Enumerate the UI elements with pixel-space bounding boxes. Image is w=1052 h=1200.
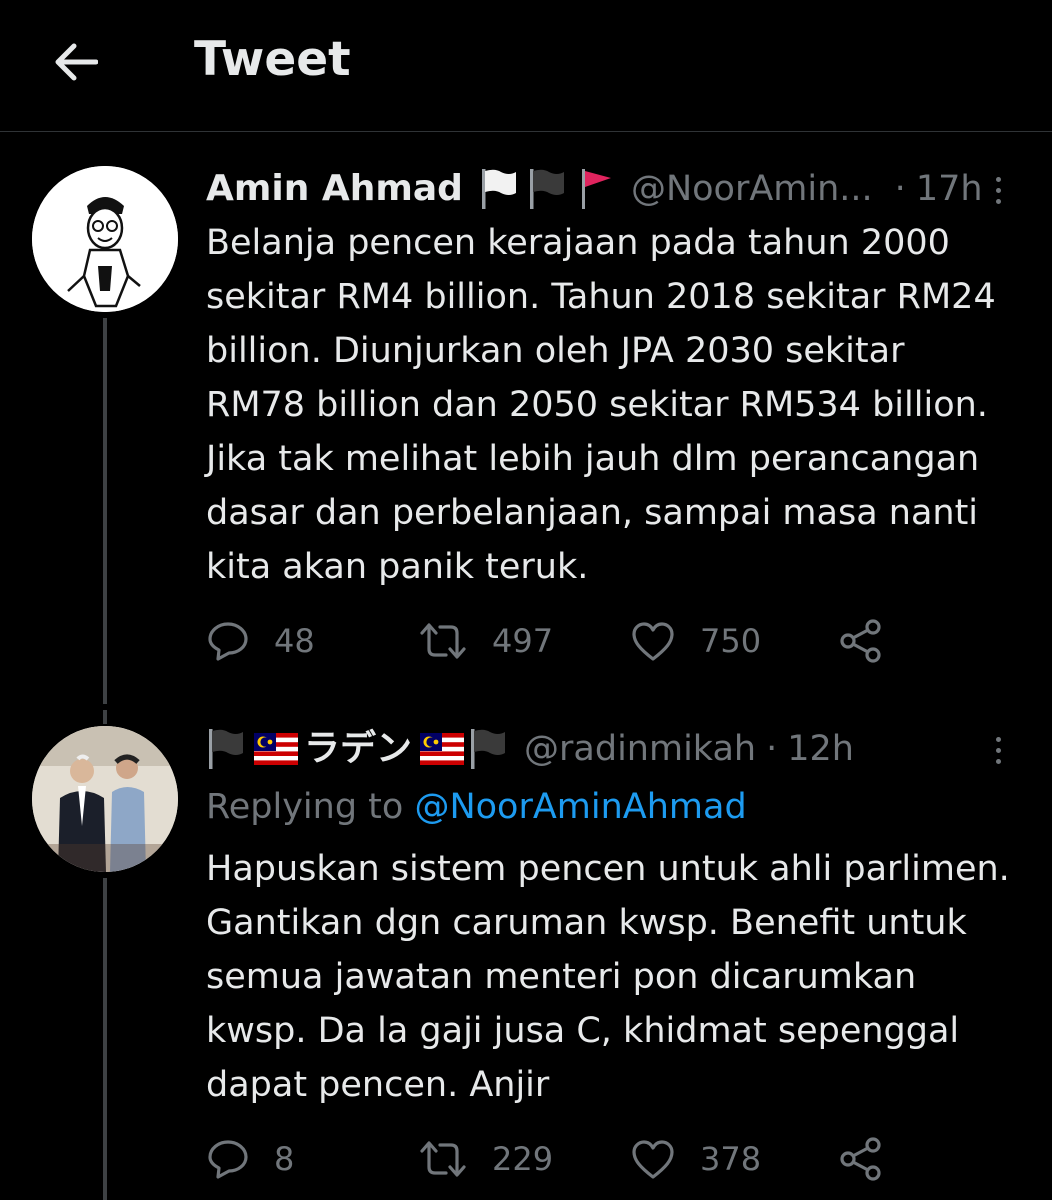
white-flag-icon [481, 169, 516, 209]
photo-avatar-image [32, 726, 178, 872]
like-count: 750 [700, 622, 762, 660]
avatar-amin[interactable] [32, 166, 178, 312]
reply-icon [208, 622, 248, 661]
author-name[interactable]: ラデン [304, 724, 412, 774]
thread-connector [103, 878, 107, 1200]
like-button[interactable]: 750 [630, 616, 761, 666]
tweet-meta: ラデン @radinmikah · 12h [206, 724, 854, 774]
reply-icon [208, 1140, 248, 1179]
share-icon [840, 619, 881, 663]
reply-count: 8 [274, 1140, 295, 1178]
malaysia-flag-icon [254, 733, 298, 765]
retweet-count: 229 [492, 1140, 554, 1178]
more-icon-dot [995, 187, 1001, 193]
heart-icon [632, 1140, 674, 1179]
retweet-button[interactable]: 497 [418, 616, 553, 666]
top-bar: Tweet [0, 0, 1052, 132]
page-title: Tweet [194, 32, 351, 87]
retweet-icon [420, 1141, 466, 1177]
arrow-left-icon [55, 43, 98, 81]
more-options-button[interactable] [988, 170, 1008, 210]
more-icon-dot [995, 198, 1001, 204]
tweet-actions: 48 497 750 [206, 616, 906, 666]
more-options-button[interactable] [988, 730, 1008, 770]
retweet-button[interactable]: 229 [418, 1134, 553, 1184]
tweet-actions: 8 229 378 [206, 1134, 906, 1184]
author-handle[interactable]: @radinmikah [524, 724, 756, 774]
share-icon [840, 1137, 881, 1181]
avatar-radinmikah[interactable] [32, 726, 178, 872]
black-flag-icon [529, 169, 564, 209]
back-button[interactable] [46, 33, 104, 91]
author-handle[interactable]: @NoorAmin... [631, 164, 873, 214]
tweet-time[interactable]: 12h [787, 724, 854, 774]
tweet-main[interactable]: Amin Ahmad @NoorAmin... · 17h Belanja pe… [0, 132, 1052, 710]
thread-connector-top [103, 710, 107, 724]
meta-separator: · [766, 729, 778, 769]
tweet-text: Belanja pencen kerajaan pada tahun 2000 … [206, 223, 996, 587]
caricature-avatar-image [32, 166, 178, 312]
tweet-reply[interactable]: ラデン @radinmikah · 12h Replying to @NoorA… [0, 710, 1052, 1200]
reply-button[interactable]: 48 [206, 616, 315, 666]
tweet-meta: Amin Ahmad @NoorAmin... · 17h [206, 164, 983, 214]
thread-connector [103, 318, 107, 704]
reply-count: 48 [274, 622, 315, 660]
like-count: 378 [700, 1140, 762, 1178]
meta-separator: · [894, 169, 906, 209]
replying-to-link[interactable]: @NoorAminAhmad [414, 787, 746, 827]
black-flag-icon [209, 729, 243, 769]
more-icon-dot [995, 758, 1001, 764]
red-flag-icon [581, 169, 611, 209]
reply-button[interactable]: 8 [206, 1134, 294, 1184]
tweet-time[interactable]: 17h [916, 164, 983, 214]
tweet-text: Hapuskan sistem pencen untuk ahli parlim… [206, 849, 1010, 1105]
replying-prefix: Replying to [206, 787, 415, 827]
share-button[interactable] [838, 616, 884, 666]
replying-to: Replying to @NoorAminAhmad [206, 782, 747, 832]
malaysia-flag-icon [420, 733, 465, 765]
more-icon-dot [995, 747, 1001, 753]
more-icon-dot [995, 736, 1001, 742]
author-name[interactable]: Amin Ahmad [206, 164, 463, 214]
heart-icon [632, 622, 674, 661]
share-button[interactable] [838, 1134, 884, 1184]
retweet-icon [420, 623, 466, 659]
black-flag-icon [471, 729, 506, 769]
retweet-count: 497 [492, 622, 554, 660]
more-icon-dot [995, 176, 1001, 182]
like-button[interactable]: 378 [630, 1134, 761, 1184]
